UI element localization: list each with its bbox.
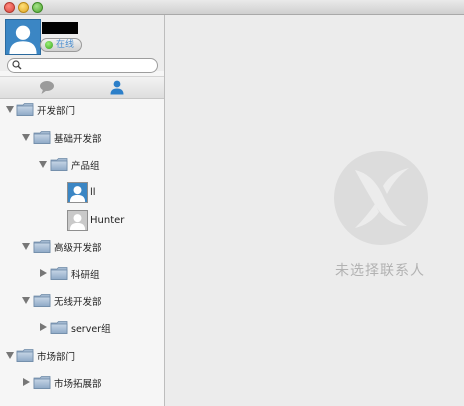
username-redacted	[42, 22, 78, 34]
tab-conversations[interactable]	[37, 79, 57, 96]
tree-node-group-wireless[interactable]: 无线开发部	[0, 291, 164, 311]
contact-name: Hunter	[90, 215, 125, 226]
contact-name: ll	[90, 187, 96, 198]
tree-node-label: 科研组	[71, 270, 100, 281]
tree-node-label: 产品组	[71, 161, 100, 172]
contact-avatar	[67, 210, 88, 231]
app-logo-watermark-icon	[334, 151, 428, 245]
tree-node-group-senior[interactable]: 高级开发部	[0, 237, 164, 257]
search-field[interactable]	[7, 58, 158, 73]
folder-icon	[33, 375, 51, 390]
search-icon	[12, 60, 22, 70]
disclosure-closed-icon[interactable]	[40, 323, 47, 331]
tree-node-group-base[interactable]: 基础开发部	[0, 128, 164, 148]
tree-node-dept-dev[interactable]: 开发部门	[0, 100, 164, 120]
title-bar	[0, 0, 464, 15]
contact-avatar	[67, 182, 88, 203]
tree-node-group-research[interactable]: 科研组	[0, 264, 164, 284]
close-window-button[interactable]	[4, 2, 15, 13]
status-label: 在线	[56, 40, 75, 50]
disclosure-open-icon[interactable]	[22, 297, 30, 304]
disclosure-open-icon[interactable]	[6, 106, 14, 113]
tree-node-group-product[interactable]: 产品组	[0, 155, 164, 175]
contact-tree: 开发部门 基础开发部 产品组 ll Hunter 高级开发部 科研组 无线开发部…	[0, 98, 164, 406]
folder-icon	[16, 348, 34, 363]
tree-node-label: 开发部门	[37, 106, 76, 117]
person-icon	[68, 211, 87, 230]
disclosure-open-icon[interactable]	[22, 243, 30, 250]
sidebar: 在线 开发部门 基础开发部 产品组 ll Hunter 高级开发部 科研组 无线…	[0, 15, 165, 406]
folder-icon	[16, 102, 34, 117]
app-window: 在线 开发部门 基础开发部 产品组 ll Hunter 高级开发部 科研组 无线…	[0, 0, 464, 406]
zoom-window-button[interactable]	[32, 2, 43, 13]
disclosure-closed-icon[interactable]	[23, 378, 30, 386]
folder-icon	[33, 293, 51, 308]
disclosure-open-icon[interactable]	[6, 352, 14, 359]
profile-header: 在线	[0, 15, 164, 73]
tree-node-group-market-expand[interactable]: 市场拓展部	[0, 373, 164, 393]
tree-node-label: 基础开发部	[54, 134, 102, 145]
tree-node-label: server组	[71, 324, 111, 335]
search-input[interactable]	[24, 59, 152, 72]
folder-icon	[33, 239, 51, 254]
disclosure-closed-icon[interactable]	[40, 269, 47, 277]
person-icon	[68, 183, 87, 202]
tree-contact-hunter[interactable]: Hunter	[0, 210, 164, 231]
contacts-person-icon	[110, 80, 124, 95]
minimize-window-button[interactable]	[18, 2, 29, 13]
no-contact-selected-text: 未选择联系人	[335, 263, 425, 279]
user-avatar[interactable]	[5, 19, 41, 55]
folder-icon	[50, 157, 68, 172]
tree-node-label: 市场部门	[37, 352, 76, 363]
tree-contact-ll[interactable]: ll	[0, 182, 164, 203]
tab-contacts[interactable]	[107, 79, 127, 96]
folder-icon	[33, 130, 51, 145]
main-panel: 未选择联系人	[165, 15, 464, 406]
tree-node-dept-market[interactable]: 市场部门	[0, 346, 164, 366]
folder-icon	[50, 266, 68, 281]
tree-node-label: 市场拓展部	[54, 379, 102, 390]
tree-node-label: 无线开发部	[54, 297, 102, 308]
person-icon	[6, 20, 40, 54]
tree-node-group-server[interactable]: server组	[0, 318, 164, 338]
tree-node-label: 高级开发部	[54, 243, 102, 254]
chat-bubble-icon	[40, 81, 54, 94]
disclosure-open-icon[interactable]	[22, 134, 30, 141]
sidebar-tabs	[0, 76, 164, 99]
online-status-icon	[45, 41, 53, 49]
folder-icon	[50, 320, 68, 335]
status-selector[interactable]: 在线	[40, 38, 83, 52]
disclosure-open-icon[interactable]	[39, 161, 47, 168]
